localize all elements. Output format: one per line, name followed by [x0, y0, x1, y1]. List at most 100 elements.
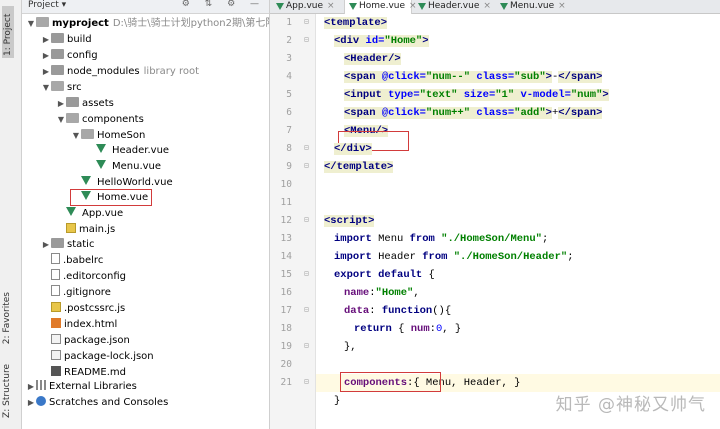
tree-item-babelrc[interactable]: .babelrc — [41, 253, 103, 269]
tree-item-menu-vue[interactable]: Menu.vue — [86, 159, 161, 175]
line-number: 9 — [286, 161, 292, 172]
tree-item-label: App.vue — [82, 208, 124, 219]
json-file-icon — [51, 350, 61, 360]
tab-label: Header.vue — [428, 1, 480, 11]
code-line-19: }, — [344, 341, 357, 353]
tree-item-main-js[interactable]: main.js — [56, 222, 115, 238]
folder-icon — [51, 81, 64, 91]
fold-marker-icon[interactable]: ⊟ — [304, 215, 309, 224]
tree-item-myproject[interactable]: ▼ myprojectD:\骑士\骑士计划python2期\第七阶段\vu — [26, 16, 269, 32]
line-number: 10 — [280, 179, 292, 190]
fold-marker-icon[interactable]: ⊟ — [304, 269, 309, 278]
tab-home-vue[interactable]: Home.vue × — [344, 0, 417, 14]
markdown-file-icon — [51, 366, 61, 376]
code-line-8: </div> — [334, 143, 372, 155]
fold-marker-icon[interactable]: ⊟ — [304, 143, 309, 152]
tree-item-package-lock-json[interactable]: package-lock.json — [41, 349, 154, 365]
tree-item-label: package-lock.json — [64, 351, 154, 362]
code-area[interactable]: <template> <div id="Home"> <Header/> <sp… — [316, 14, 720, 429]
tab-app-vue[interactable]: App.vue × — [272, 0, 340, 14]
code-line-9: </template> — [324, 161, 394, 173]
js-file-icon — [66, 223, 76, 233]
fold-marker-icon[interactable]: ⊟ — [304, 35, 309, 44]
tree-item-label: .gitignore — [63, 287, 111, 298]
chevron-down-icon[interactable]: ▼ — [56, 112, 66, 128]
structure-tool-tab[interactable]: Z: Structure — [2, 364, 12, 418]
tree-item-node-modules[interactable]: ▶ node_modules library root — [41, 64, 199, 80]
tree-item-homeson[interactable]: ▼ HomeSon — [71, 128, 145, 144]
fold-marker-icon[interactable]: ⊟ — [304, 377, 309, 386]
tree-item-gitignore[interactable]: .gitignore — [41, 285, 111, 301]
tree-item-label: assets — [82, 98, 114, 109]
vue-file-icon — [349, 3, 357, 10]
tree-item-package-json[interactable]: package.json — [41, 333, 130, 349]
tab-menu-vue[interactable]: Menu.vue × — [496, 0, 568, 14]
vue-file-icon — [81, 176, 91, 185]
folder-icon — [51, 49, 64, 59]
js-file-icon — [51, 302, 61, 312]
tool-window-strip: 1: Project 2: Favorites Z: Structure — [0, 0, 22, 429]
chevron-right-icon[interactable]: ▶ — [41, 237, 51, 253]
fold-marker-icon[interactable]: ⊟ — [304, 305, 309, 314]
line-number: 19 — [280, 341, 292, 352]
tree-item-editorconfig[interactable]: .editorconfig — [41, 269, 126, 285]
tree-item-static[interactable]: ▶ static — [41, 237, 94, 253]
fold-marker-icon[interactable]: ⊟ — [304, 161, 309, 170]
chevron-down-icon[interactable]: ▼ — [71, 128, 81, 144]
line-number: 8 — [286, 143, 292, 154]
chevron-right-icon[interactable]: ▶ — [41, 48, 51, 64]
chevron-right-icon[interactable]: ▶ — [26, 379, 36, 395]
panel-toolbar-icons[interactable]: ⚙ ⇅ ⚙ — — [182, 0, 265, 9]
close-icon[interactable]: × — [327, 1, 335, 11]
file-icon — [51, 285, 60, 296]
tree-item-external-libraries[interactable]: ▶ External Libraries — [26, 379, 137, 395]
editor-tab-bar: App.vue × Home.vue × Header.vue × Menu.vue × — [270, 0, 720, 14]
code-line-15: export default { — [334, 269, 435, 281]
tree-item-app-vue[interactable]: App.vue — [56, 206, 123, 222]
tab-header-vue[interactable]: Header.vue × — [414, 0, 494, 14]
line-number: 6 — [286, 107, 292, 118]
chevron-down-icon[interactable]: ▼ — [26, 16, 36, 32]
close-icon[interactable]: × — [558, 1, 566, 11]
chevron-right-icon[interactable]: ▶ — [41, 32, 51, 48]
chevron-down-icon[interactable]: ▼ — [41, 80, 51, 96]
close-icon[interactable]: × — [483, 1, 491, 11]
code-line-14: import Header from "./HomeSon/Header"; — [334, 251, 574, 263]
code-line-6: <span @click="num++" class="add">+</span… — [344, 107, 603, 119]
project-panel: Project ▾ ⚙ ⇅ ⚙ — ▼ myproject D:\骑士\骑士计划py… — [22, 0, 270, 429]
file-icon — [51, 253, 60, 264]
tree-item-index-html[interactable]: index.html — [41, 317, 117, 333]
line-number: 17 — [280, 305, 292, 316]
tree-item-header-vue[interactable]: Header.vue — [86, 143, 169, 159]
tree-item-src[interactable]: ▼ src — [41, 80, 82, 96]
fold-marker-icon[interactable]: ⊟ — [304, 341, 309, 350]
line-number: 11 — [280, 197, 292, 208]
line-number: 14 — [280, 251, 292, 262]
favorites-tool-tab[interactable]: 2: Favorites — [2, 292, 12, 344]
code-line-18: return { num:0, } — [354, 323, 462, 335]
tree-item-config[interactable]: ▶ config — [41, 48, 98, 64]
vue-file-icon — [96, 144, 106, 153]
line-number: 1 — [286, 17, 292, 28]
vue-file-icon — [96, 160, 106, 169]
chevron-right-icon[interactable]: ▶ — [41, 64, 51, 80]
project-panel-title[interactable]: Project ▾ — [28, 0, 66, 10]
tree-item-postcssrc-js[interactable]: .postcssrc.js — [41, 301, 125, 317]
line-number: 21 — [280, 377, 292, 388]
line-number: 12 — [280, 215, 292, 226]
line-number: 5 — [286, 89, 292, 100]
line-number: 18 — [280, 323, 292, 334]
tab-label: App.vue — [286, 1, 324, 11]
project-tool-tab[interactable]: 1: Project — [2, 6, 14, 58]
tree-item-components[interactable]: ▼ components — [56, 112, 144, 128]
chevron-right-icon[interactable]: ▶ — [26, 395, 36, 411]
tree-item-label: static — [67, 239, 95, 250]
tree-item-build[interactable]: ▶ build — [41, 32, 92, 48]
tree-item-assets[interactable]: ▶ assets — [56, 96, 114, 112]
fold-marker-icon[interactable]: ⊟ — [304, 17, 309, 26]
highlight-home-vue — [70, 189, 152, 206]
line-number: 4 — [286, 71, 292, 82]
vue-file-icon — [66, 207, 76, 216]
chevron-right-icon[interactable]: ▶ — [56, 96, 66, 112]
tree-item-scratches-and-consoles[interactable]: ▶ Scratches and Consoles — [26, 395, 168, 411]
